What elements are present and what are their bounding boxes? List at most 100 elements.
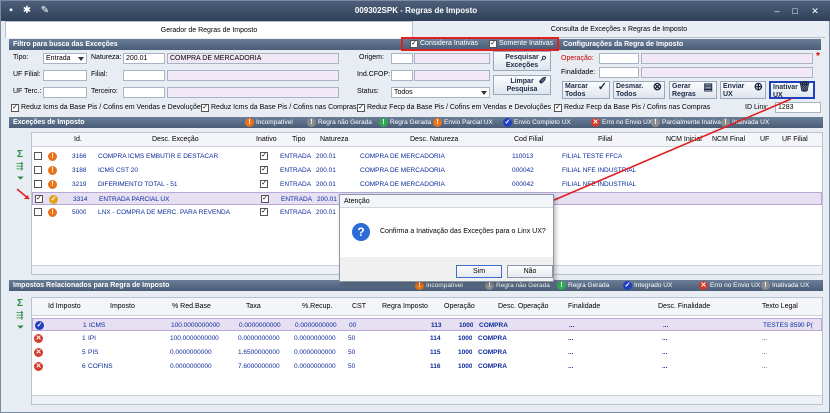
option-checkbox-3[interactable]: ✓: [357, 104, 365, 112]
col-id[interactable]: Id.: [74, 135, 82, 145]
col-inativo[interactable]: Inativo: [256, 135, 277, 145]
cell-imp: COFINS: [88, 363, 113, 370]
filter-down-icon[interactable]: ⏷: [17, 173, 24, 184]
col-finalidade[interactable]: Finalidade: [568, 302, 600, 312]
legend-label-3: Envio Parcial UX: [444, 119, 493, 126]
considera-inativas-checkbox[interactable]: ✓: [410, 40, 418, 48]
export-icon[interactable]: ⇶: [16, 161, 24, 172]
document-icon: ▤: [703, 82, 713, 93]
operacao-code-input[interactable]: [599, 53, 639, 64]
sum-icon-2[interactable]: Σ: [17, 298, 23, 309]
cell-desc_nat: COMPRA DE MERCADORIA: [360, 181, 445, 188]
col-recup[interactable]: %.Recup.: [302, 302, 332, 312]
cell-texto: TESTES 8590 P(: [763, 322, 813, 329]
inativo-checkbox[interactable]: ✓: [260, 208, 268, 216]
finalidade-code-input[interactable]: [599, 67, 639, 78]
natureza-code-input[interactable]: 200.01: [123, 53, 165, 64]
cell-id: 1: [83, 322, 87, 329]
sim-button[interactable]: Sim: [456, 265, 502, 278]
filial-label: Filial:: [91, 71, 108, 78]
tipo-select[interactable]: Entrada: [43, 53, 87, 64]
cell-nat: 200.01: [317, 196, 337, 203]
maximize-button[interactable]: □: [787, 4, 803, 18]
row-checkbox[interactable]: [34, 166, 42, 174]
natureza-desc-input[interactable]: COMPRA DE MERCADORIA: [167, 53, 339, 64]
cell-tipo: ENTRADA: [280, 167, 312, 174]
origem-desc-input[interactable]: [414, 53, 490, 64]
cell-id: 3188: [72, 167, 87, 174]
option-checkbox-1[interactable]: ✓: [11, 104, 19, 112]
required-icon: *: [816, 51, 820, 62]
option-checkbox-2[interactable]: ✓: [201, 104, 209, 112]
row-status-icon: !: [48, 208, 57, 217]
cell-taxa: 7.6000000000: [238, 363, 280, 370]
export-icon-2[interactable]: ⇶: [16, 310, 24, 321]
col-red-base[interactable]: % Red.Base: [172, 302, 211, 312]
col-desc-excecao[interactable]: Desc. Exceção: [152, 135, 199, 145]
sum-icon[interactable]: Σ: [17, 149, 23, 160]
imposto-row[interactable]: ✕ 6 COFINS 0.0000000000 7.6000000000 0.000000…: [32, 360, 822, 373]
trash-icon: 🗑: [798, 82, 811, 93]
limpar-label: Limpar Pesquisa: [506, 78, 538, 93]
row-checkbox[interactable]: [34, 152, 42, 160]
tab-gerador[interactable]: Gerador de Regras de Imposto: [5, 21, 413, 38]
col-regra-imposto[interactable]: Regra Imposto: [382, 302, 428, 312]
cell-texto: ...: [762, 363, 768, 370]
operacao-desc-input[interactable]: [641, 53, 813, 64]
col-desc-operacao[interactable]: Desc. Operação: [498, 302, 549, 312]
cell-op: 1000: [459, 322, 474, 329]
cell-desc: COMPRA ICMS EMBUTIR E DESTACAR: [98, 153, 219, 160]
row-checkbox[interactable]: [34, 180, 42, 188]
impostos-hscroll[interactable]: [32, 395, 822, 404]
status-select[interactable]: Todos: [391, 87, 490, 98]
col-texto-legal[interactable]: Texto Legal: [762, 302, 798, 312]
col-imposto[interactable]: Imposto: [110, 302, 135, 312]
uf-filial-input[interactable]: [43, 70, 87, 81]
search-icon: ⌕: [540, 52, 547, 64]
globe-icon: ⊕: [753, 81, 763, 93]
imposto-row[interactable]: ✓ 1 ICMS 100.0000000000 0.0000000000 0.000000…: [32, 318, 822, 331]
col-operacao[interactable]: Operação: [444, 302, 475, 312]
inativo-checkbox[interactable]: ✓: [260, 166, 268, 174]
col-id-imposto[interactable]: Id Imposto: [48, 302, 81, 312]
pesquisar-button[interactable]: Pesquisar Exceções ⌕: [493, 51, 551, 71]
terceiro-desc-input[interactable]: [167, 87, 339, 98]
imposto-row[interactable]: ✕ 5 PIS 0.0000000000 1.6500000000 0.000000000…: [32, 346, 822, 359]
nao-button[interactable]: Não: [507, 265, 553, 278]
cell-desc_op: COMPRA: [478, 363, 507, 370]
uf-terc-input[interactable]: [43, 87, 87, 98]
imposto-row[interactable]: ✕ 1 IPI 100.0000000000 0.0000000000 0.0000000…: [32, 332, 822, 345]
finalidade-desc-input[interactable]: [641, 67, 813, 78]
col-desc-natureza[interactable]: Desc. Natureza: [410, 135, 458, 145]
col-tipo[interactable]: Tipo: [292, 135, 305, 145]
col-natureza[interactable]: Natureza: [320, 135, 348, 145]
col-taxa[interactable]: Taxa: [246, 302, 261, 312]
filter-down-icon-2[interactable]: ⏷: [17, 322, 24, 333]
limpar-button[interactable]: Limpar Pesquisa ✐: [493, 75, 551, 95]
inativo-checkbox[interactable]: ✓: [260, 152, 268, 160]
col-cst[interactable]: CST: [352, 302, 366, 312]
inativo-checkbox[interactable]: ✓: [260, 180, 268, 188]
imp-legend-label-4: Erro no Envio UX: [710, 282, 761, 289]
col-desc-finalidade[interactable]: Desc. Finalidade: [658, 302, 710, 312]
origem-code-input[interactable]: [391, 53, 413, 64]
cell-op: 1000: [458, 363, 473, 370]
minimize-button[interactable]: –: [769, 4, 785, 18]
cell-id: 5000: [72, 209, 87, 216]
ind-cfop-code-input[interactable]: [391, 70, 413, 81]
imp-legend-dot-2: !: [557, 281, 566, 290]
filial-desc-input[interactable]: [167, 70, 339, 81]
impostos-grid: Id Imposto Imposto % Red.Base Taxa %.Rec…: [31, 297, 823, 405]
close-button[interactable]: ✕: [807, 4, 823, 18]
filial-code-input[interactable]: [123, 70, 165, 81]
cell-id: 3166: [72, 153, 87, 160]
inativo-checkbox[interactable]: ✓: [261, 195, 269, 203]
tab-consulta[interactable]: Consulta de Exceções x Regras de Imposto: [413, 21, 825, 38]
cell-texto: ...: [762, 335, 768, 342]
cell-imp: ICMS: [89, 322, 106, 329]
ind-cfop-desc-input[interactable]: [414, 70, 490, 81]
row-checkbox[interactable]: [34, 208, 42, 216]
terceiro-code-input[interactable]: [123, 87, 165, 98]
row-checkbox[interactable]: ✓: [35, 195, 43, 203]
somente-inativas-checkbox[interactable]: ✓: [489, 40, 497, 48]
